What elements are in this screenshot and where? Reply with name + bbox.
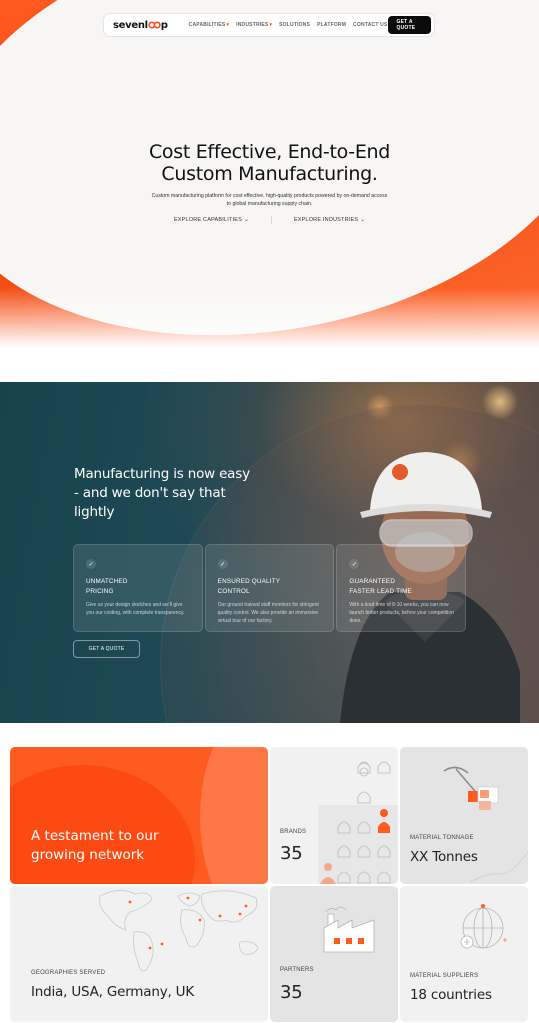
suppliers-tile: MATERIAL SUPPLIERS 18 countries	[400, 886, 528, 1022]
feature-cards: ✓ UNMATCHED PRICING Give us your design s…	[73, 544, 467, 632]
chevron-down-icon: ▾	[269, 22, 273, 28]
pickaxe-icon	[443, 766, 499, 810]
geographies-value: India, USA, Germany, UK	[31, 984, 194, 1000]
tonnage-label: MATERIAL TONNAGE	[410, 835, 474, 841]
nav-links: CAPABILITIES ▾ INDUSTRIES ▾ SOLUTIONS PLAT…	[189, 22, 388, 28]
feature-description: Our ground trained staff monitors for st…	[217, 602, 319, 624]
hero-subtitle: Custom manufacturing platform for cost e…	[151, 193, 388, 207]
nav-platform[interactable]: PLATFORM	[317, 22, 346, 28]
tonnage-tile: MATERIAL TONNAGE XX Tonnes	[400, 747, 528, 884]
feature-title-line-1: UNMATCHED	[86, 578, 128, 585]
globe-icon	[460, 904, 507, 949]
network-title: A testament to our growing network	[31, 828, 159, 863]
feature-card-lead-time: ✓ GUARANTEED FASTER LEAD TIME With a lead…	[336, 544, 467, 632]
top-navigation: sevenl p CAPABILITIES ▾ INDUSTRIES ▾ SOLUT…	[103, 13, 435, 37]
geographies-tile: GEOGRAPHIES SERVED India, USA, Germany, …	[10, 886, 268, 1022]
partners-tile: PARTNERS 35	[270, 886, 398, 1022]
suppliers-value: 18 countries	[410, 987, 492, 1003]
feature-title: ENSURED QUALITY CONTROL	[218, 577, 323, 597]
cta-divider	[270, 216, 272, 224]
partners-label: PARTNERS	[280, 967, 314, 973]
explore-industries-label: EXPLORE INDUSTRIES	[293, 217, 359, 223]
check-icon: ✓	[86, 559, 96, 569]
feature-description: Give us your design sketches and we'll g…	[86, 602, 185, 616]
chevron-down-icon: ⌄	[360, 217, 366, 223]
chevron-down-icon: ⌄	[244, 217, 249, 223]
manufacturing-title: Manufacturing is now easy - and we don't…	[74, 466, 250, 520]
network-intro-tile: A testament to our growing network	[10, 747, 268, 884]
trend-line	[470, 851, 528, 883]
feature-title-line-1: ENSURED QUALITY	[217, 578, 281, 585]
geographies-label: GEOGRAPHIES SERVED	[31, 970, 106, 976]
explore-capabilities-link[interactable]: EXPLORE CAPABILITIES ⌄	[174, 216, 249, 224]
brands-label: BRANDS	[280, 829, 307, 835]
chevron-down-icon: ▾	[226, 22, 230, 28]
feature-title: UNMATCHED PRICING	[86, 577, 191, 597]
explore-industries-link[interactable]: EXPLORE INDUSTRIES ⌄	[294, 216, 365, 224]
nav-industries[interactable]: INDUSTRIES ▾	[236, 22, 272, 28]
partners-value: 35	[280, 982, 303, 1003]
nav-capabilities-label: CAPABILITIES	[188, 22, 226, 28]
decorative-shape	[10, 765, 195, 884]
feature-title-line-2: CONTROL	[217, 588, 250, 595]
explore-capabilities-label: EXPLORE CAPABILITIES	[173, 217, 243, 223]
hero-title: Cost Effective, End-to-End Custom Manufa…	[0, 141, 539, 185]
check-icon: ✓	[349, 559, 360, 569]
feature-title: GUARANTEED FASTER LEAD TIME	[349, 577, 454, 597]
get-a-quote-button[interactable]: GET A QUOTE	[387, 16, 431, 34]
nav-solutions[interactable]: SOLUTIONS	[279, 22, 310, 28]
hero-title-line-1: Cost Effective, End-to-End	[148, 141, 391, 163]
factory-icon	[323, 906, 375, 953]
brands-value: 35	[280, 843, 303, 864]
feature-title-line-2: FASTER LEAD TIME	[349, 588, 412, 595]
nav-contact-us[interactable]: CONTACT US	[353, 22, 387, 28]
get-a-quote-outline-button[interactable]: GET A QUOTE	[73, 640, 140, 658]
check-icon: ✓	[217, 559, 228, 569]
feature-title-line-2: PRICING	[86, 588, 114, 595]
logo-text-end: p	[160, 19, 168, 31]
hero-ctas: EXPLORE CAPABILITIES ⌄ EXPLORE INDUSTRIES…	[0, 216, 539, 224]
feature-title-line-1: GUARANTEED	[349, 578, 396, 585]
people-icon	[318, 761, 398, 884]
logo-text: sevenl	[113, 19, 148, 31]
logo-loop-icon	[148, 21, 161, 29]
brands-tile: BRANDS 35	[270, 747, 398, 884]
nav-industries-label: INDUSTRIES	[236, 22, 269, 28]
hero-section: sevenl p CAPABILITIES ▾ INDUSTRIES ▾ SOLUT…	[0, 0, 539, 358]
hero-title-line-2: Custom Manufacturing.	[161, 163, 378, 185]
nav-capabilities[interactable]: CAPABILITIES ▾	[189, 22, 229, 28]
logo[interactable]: sevenl p	[113, 20, 168, 31]
suppliers-label: MATERIAL SUPPLIERS	[410, 973, 479, 979]
feature-description: With a lead time of 8-10 weeks, you can …	[349, 602, 454, 624]
feature-card-pricing: ✓ UNMATCHED PRICING Give us your design s…	[73, 544, 203, 632]
tonnage-value: XX Tonnes	[410, 849, 478, 865]
feature-card-quality: ✓ ENSURED QUALITY CONTROL Our ground trai…	[204, 544, 335, 632]
hero-fade	[0, 288, 539, 358]
world-map-icon	[99, 890, 259, 972]
